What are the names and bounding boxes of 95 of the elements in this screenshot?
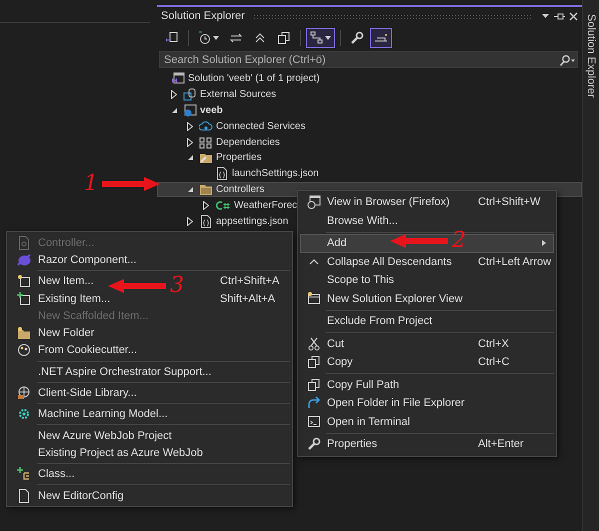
curved-arrow-icon — [307, 396, 321, 410]
menu-item[interactable]: Existing Project as Azure WebJob — [38, 446, 203, 459]
terminal-icon — [307, 415, 321, 428]
tree-item[interactable]: veeb — [157, 102, 226, 118]
wrench-folder-icon — [199, 151, 213, 164]
panel-title: Solution Explorer — [161, 10, 245, 22]
gear-icon — [17, 407, 31, 422]
menu-item[interactable]: New EditorConfig — [38, 490, 124, 502]
shortcut-text: Ctrl+Shift+A — [220, 275, 280, 288]
menu-item[interactable]: Scope to This — [327, 274, 394, 286]
browser-icon — [307, 195, 321, 210]
menu-item[interactable]: Copy Full Path — [327, 378, 400, 391]
menu-item[interactable]: View in Browser (Firefox) — [327, 196, 450, 208]
scissors-icon — [308, 336, 320, 351]
json-file-icon — [199, 214, 213, 228]
menu-item[interactable]: Razor Component... — [38, 254, 136, 266]
switch-views-icon — [165, 31, 179, 45]
new-folder-icon — [17, 326, 31, 340]
shortcut-text: Ctrl+Left Arrow — [478, 256, 552, 268]
add-item-icon — [17, 292, 31, 306]
collapse-arrow-icon[interactable] — [186, 186, 194, 193]
menu-item[interactable]: New Solution Explorer View — [327, 292, 463, 305]
new-window-icon — [307, 292, 321, 306]
menu-item[interactable]: Add — [327, 237, 347, 250]
tree-item[interactable]: Properties — [157, 150, 265, 166]
wrench-icon — [307, 437, 321, 452]
close-icon[interactable] — [569, 12, 578, 20]
preview-button[interactable] — [370, 28, 392, 48]
menu-item[interactable]: Class... — [38, 468, 75, 480]
copy-icon — [307, 378, 321, 392]
arrow — [390, 234, 448, 248]
collapse-all-icon — [253, 31, 267, 45]
collapse-arrow-icon[interactable] — [186, 154, 194, 162]
menu-item[interactable]: Collapse All Descendants — [327, 256, 452, 268]
globe-icon — [17, 386, 31, 400]
menu-item[interactable]: New Azure WebJob Project — [38, 430, 172, 442]
razor-icon — [17, 252, 31, 267]
menu-item[interactable]: Exclude From Project — [327, 315, 432, 328]
tree-item[interactable]: appsettings.json — [157, 213, 292, 229]
expand-arrow-icon[interactable] — [171, 90, 177, 100]
menu-item[interactable]: Machine Learning Model... — [38, 408, 168, 420]
dependencies-icon — [199, 136, 213, 149]
palette-icon — [17, 343, 31, 358]
menu-item[interactable]: Cut — [327, 338, 344, 350]
shortcut-text: Ctrl+Shift+W — [478, 196, 540, 208]
shortcut-text: Alt+Enter — [478, 438, 524, 450]
document-icon — [18, 488, 30, 502]
shortcut-text: Ctrl+X — [478, 338, 509, 350]
tree-item[interactable]: Solution 'veeb' (1 of 1 project) — [157, 71, 323, 87]
solution-icon — [171, 72, 185, 86]
arrow — [108, 279, 166, 293]
folder-icon — [199, 182, 213, 196]
dropdown-icon[interactable] — [541, 12, 550, 20]
caret-up-icon — [308, 258, 320, 266]
annotation-number: 3 — [170, 275, 184, 297]
menu-item[interactable]: Open Folder in File Explorer — [327, 397, 465, 410]
side-tab[interactable]: Solution Explorer — [583, 0, 597, 98]
menu-item[interactable]: Client-Side Library... — [38, 387, 137, 400]
tree-view-button[interactable] — [306, 28, 335, 48]
menu-item[interactable]: New Item... — [38, 275, 94, 288]
cloud-icon — [199, 120, 213, 133]
arrow — [102, 177, 160, 191]
class-icon — [17, 467, 31, 482]
menu-item[interactable]: Existing Item... — [38, 292, 110, 305]
collapse-arrow-icon[interactable] — [170, 106, 178, 114]
external-sources-icon — [183, 88, 197, 102]
shortcut-text: Shift+Alt+A — [220, 292, 276, 305]
annotation-number: 1 — [84, 173, 98, 195]
history-icon — [198, 31, 212, 45]
menu-item[interactable]: .NET Aspire Orchestrator Support... — [38, 366, 212, 378]
json-file-icon — [215, 167, 229, 180]
copy-icon — [307, 355, 321, 370]
csharp-file-icon — [215, 198, 231, 212]
pin-icon[interactable] — [554, 12, 565, 20]
tree-item[interactable]: External Sources — [157, 86, 280, 103]
tree-item[interactable]: launchSettings.json — [157, 166, 322, 182]
tree-item[interactable]: Connected Services — [157, 118, 308, 134]
menu-item[interactable]: Browse With... — [327, 214, 398, 227]
sync-icon — [229, 31, 243, 45]
tree-item[interactable]: Dependencies — [157, 134, 283, 150]
controller-icon — [18, 236, 30, 250]
shortcut-text: Ctrl+C — [478, 356, 510, 368]
tree-view-icon — [310, 31, 324, 45]
menu-item[interactable]: From Cookiecutter... — [38, 344, 138, 356]
wrench-icon — [350, 31, 364, 45]
new-item-icon — [17, 274, 31, 288]
tree-item[interactable]: WeatherForec — [157, 197, 300, 214]
menu-item[interactable]: Open in Terminal — [327, 416, 410, 428]
copy-icon — [277, 31, 291, 45]
expand-arrow-icon[interactable] — [203, 200, 209, 210]
menu-item[interactable]: Properties — [327, 438, 378, 450]
menu-item[interactable]: New Folder — [38, 327, 94, 340]
menu-item[interactable]: Copy — [327, 356, 353, 368]
project-icon — [183, 104, 197, 117]
expand-arrow-icon[interactable] — [187, 216, 193, 226]
